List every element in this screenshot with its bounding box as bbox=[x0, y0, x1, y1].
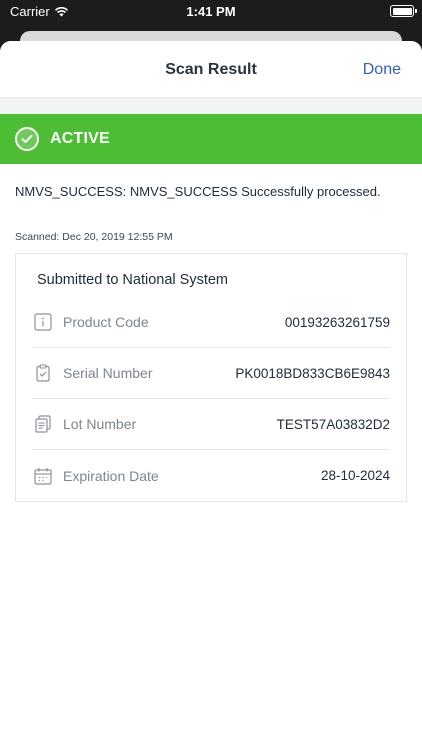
result-message: NMVS_SUCCESS: NMVS_SUCCESS Successfully … bbox=[15, 184, 381, 199]
documents-icon bbox=[33, 414, 53, 434]
detail-label: Lot Number bbox=[63, 416, 137, 432]
info-icon bbox=[33, 312, 53, 332]
detail-label: Expiration Date bbox=[63, 467, 159, 484]
calendar-icon bbox=[33, 466, 53, 486]
section-spacer bbox=[0, 98, 422, 114]
detail-value: 28-10-2024 bbox=[320, 468, 390, 483]
scanned-timestamp: Scanned: Dec 20, 2019 12:55 PM bbox=[15, 231, 173, 243]
status-label: ACTIVE bbox=[50, 130, 110, 147]
detail-value: TEST57A03832D2 bbox=[276, 416, 390, 432]
done-button[interactable]: Done bbox=[363, 61, 401, 79]
detail-row-expiration-date: Expiration Date 28-10-2024 bbox=[32, 450, 390, 501]
detail-label: Serial Number bbox=[63, 365, 153, 381]
clock: 1:41 PM bbox=[186, 4, 236, 19]
details-panel: Submitted to National System Product Cod… bbox=[15, 253, 407, 502]
battery-icon bbox=[390, 5, 417, 17]
detail-label: Product Code bbox=[63, 314, 149, 330]
page-title: Scan Result bbox=[165, 61, 257, 78]
detail-row-serial-number: Serial Number PK0018BD833CB6E9843 bbox=[32, 348, 390, 399]
status-bar: Carrier 1:41 PM bbox=[0, 0, 422, 24]
detail-row-lot-number: Lot Number TEST57A03832D2 bbox=[32, 399, 390, 450]
navigation-bar: Scan Result Done bbox=[0, 41, 422, 98]
detail-value: 00193263261759 bbox=[284, 314, 390, 330]
checkmark-icon bbox=[15, 127, 39, 151]
status-banner: ACTIVE bbox=[0, 114, 422, 164]
detail-row-product-code: Product Code 00193263261759 bbox=[32, 297, 390, 348]
detail-value: PK0018BD833CB6E9843 bbox=[235, 365, 390, 381]
scan-result-sheet: Scan Result Done ACTIVE NMVS_SUCCESS: NM… bbox=[0, 41, 422, 750]
clipboard-check-icon bbox=[33, 363, 53, 383]
panel-title: Submitted to National System bbox=[37, 272, 229, 288]
